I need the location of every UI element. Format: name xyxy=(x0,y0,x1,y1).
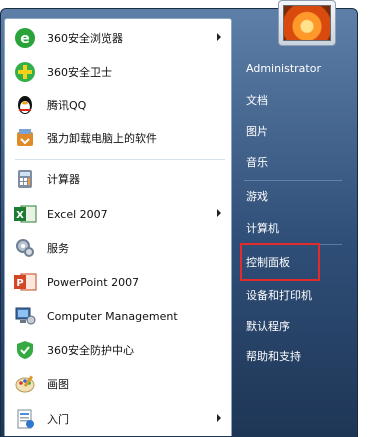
submenu-arrow-icon xyxy=(217,414,221,422)
computer-management-icon xyxy=(12,303,38,329)
right-item-label: 音乐 xyxy=(246,156,268,169)
program-label: PowerPoint 2007 xyxy=(47,275,140,289)
program-uninstall[interactable]: 强力卸载电脑上的软件 xyxy=(9,123,227,153)
right-item-label: 设备和打印机 xyxy=(246,289,312,302)
right-item-label: Administrator xyxy=(246,61,321,75)
submenu-arrow-icon xyxy=(217,209,221,217)
program-getting-started[interactable]: 入门 xyxy=(9,404,227,434)
program-360-security[interactable]: 360安全卫士 xyxy=(9,57,227,87)
program-excel[interactable]: X Excel 2007 xyxy=(9,199,227,229)
programs-list: e 360安全浏览器 360安全卫士 腾讯QQ 强力卸载电脑上的软件 计算器 X xyxy=(4,18,232,436)
uninstall-icon xyxy=(12,125,38,151)
program-360-browser[interactable]: e 360安全浏览器 xyxy=(9,23,227,53)
right-item-documents[interactable]: 文档 xyxy=(240,86,348,114)
360-security-icon xyxy=(12,59,38,85)
program-qq[interactable]: 腾讯QQ xyxy=(9,90,227,120)
svg-text:X: X xyxy=(16,210,24,221)
svg-text:e: e xyxy=(20,31,30,47)
powerpoint-icon: P xyxy=(12,269,38,295)
program-label: 计算器 xyxy=(47,173,80,186)
right-item-computer[interactable]: 计算机 xyxy=(240,214,348,242)
right-item-help-support[interactable]: 帮助和支持 xyxy=(240,342,348,370)
360-protection-icon xyxy=(12,337,38,363)
right-item-label: 帮助和支持 xyxy=(246,350,301,363)
360-browser-icon: e xyxy=(12,25,38,51)
program-computer-management[interactable]: Computer Management xyxy=(9,301,227,331)
program-label: 腾讯QQ xyxy=(47,99,87,112)
svg-text:P: P xyxy=(16,278,23,289)
services-icon xyxy=(12,235,38,261)
right-separator xyxy=(244,180,342,181)
program-label: Excel 2007 xyxy=(47,207,108,221)
qq-penguin-icon xyxy=(12,92,38,118)
program-calculator[interactable]: 计算器 xyxy=(9,164,227,194)
calculator-icon xyxy=(12,166,38,192)
program-label: 360安全卫士 xyxy=(47,66,112,79)
program-label: 360安全浏览器 xyxy=(47,32,123,45)
program-label: 画图 xyxy=(47,378,69,391)
excel-icon: X xyxy=(12,201,38,227)
separator xyxy=(15,159,225,160)
program-label: Computer Management xyxy=(47,309,178,323)
right-item-label: 图片 xyxy=(246,125,268,138)
program-paint[interactable]: 画图 xyxy=(9,369,227,399)
program-powerpoint[interactable]: P PowerPoint 2007 xyxy=(9,267,227,297)
submenu-arrow-icon xyxy=(217,33,221,41)
right-item-devices-printers[interactable]: 设备和打印机 xyxy=(240,281,348,309)
user-avatar xyxy=(283,5,331,41)
right-item-label: 游戏 xyxy=(246,190,268,203)
control-panel-highlight-box xyxy=(240,243,320,281)
right-item-default-programs[interactable]: 默认程序 xyxy=(240,312,348,340)
right-item-administrator[interactable]: Administrator xyxy=(240,54,348,82)
right-item-label: 默认程序 xyxy=(246,320,290,333)
program-label: 360安全防护中心 xyxy=(47,344,134,357)
program-label: 服务 xyxy=(47,242,69,255)
right-item-games[interactable]: 游戏 xyxy=(240,182,348,210)
paint-icon xyxy=(12,371,38,397)
getting-started-icon xyxy=(12,406,38,432)
user-picture-frame[interactable] xyxy=(278,0,336,46)
program-services[interactable]: 服务 xyxy=(9,233,227,263)
program-label: 强力卸载电脑上的软件 xyxy=(47,132,157,145)
right-item-label: 文档 xyxy=(246,94,268,107)
right-item-music[interactable]: 音乐 xyxy=(240,148,348,176)
right-item-pictures[interactable]: 图片 xyxy=(240,117,348,145)
program-label: 入门 xyxy=(47,413,69,426)
program-360-protection[interactable]: 360安全防护中心 xyxy=(9,335,227,365)
right-item-label: 计算机 xyxy=(246,222,279,235)
